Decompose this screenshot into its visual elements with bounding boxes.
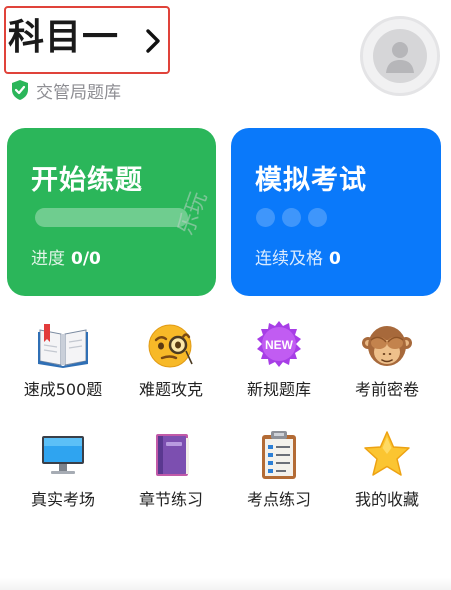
see-no-evil-monkey-icon xyxy=(360,318,414,372)
monitor-icon xyxy=(36,428,90,482)
avatar[interactable] xyxy=(360,16,440,96)
streak-dot xyxy=(282,208,301,227)
book-icon xyxy=(36,318,90,372)
feature-speed-500[interactable]: 速成500题 xyxy=(8,318,118,400)
feature-label: 新规题库 xyxy=(246,380,311,399)
source-label: 交管局题库 xyxy=(36,82,121,103)
progress-value: 0/0 xyxy=(71,249,101,269)
feature-my-favorites[interactable]: 我的收藏 xyxy=(332,428,442,510)
feature-chapter-practice[interactable]: 章节练习 xyxy=(116,428,226,510)
pass-streak-dots xyxy=(256,208,327,227)
star-icon xyxy=(360,428,414,482)
feature-key-point-practice[interactable]: 考点练习 xyxy=(224,428,334,510)
notebook-icon xyxy=(144,428,198,482)
svg-text:NEW: NEW xyxy=(265,338,294,352)
monocle-face-icon xyxy=(144,318,198,372)
question-source: 交管局题库 xyxy=(10,78,121,103)
feature-real-exam-room[interactable]: 真实考场 xyxy=(8,428,118,510)
new-badge-icon: NEW xyxy=(252,318,306,372)
pass-streak-value: 0 xyxy=(329,249,341,269)
feature-label: 真实考场 xyxy=(30,490,95,509)
verified-shield-icon xyxy=(12,80,28,100)
streak-dot xyxy=(256,208,275,227)
practice-progress-stat: 进度 0/0 xyxy=(31,244,101,269)
feature-hard-questions[interactable]: 难题攻克 xyxy=(116,318,226,400)
feature-label: 速成500题 xyxy=(23,380,103,399)
mock-exam-title: 模拟考试 xyxy=(255,165,367,196)
feature-pre-exam-papers[interactable]: 考前密卷 xyxy=(332,318,442,400)
feature-label: 我的收藏 xyxy=(354,490,419,509)
pass-streak-stat: 连续及格 0 xyxy=(255,244,341,269)
pass-streak-label: 连续及格 xyxy=(255,249,323,269)
bottom-divider xyxy=(0,578,451,590)
default-user-icon xyxy=(373,29,427,83)
clipboard-icon xyxy=(252,428,306,482)
start-practice-title: 开始练题 xyxy=(31,165,143,196)
streak-dot xyxy=(308,208,327,227)
progress-label: 进度 xyxy=(31,249,65,269)
mock-exam-card[interactable]: 模拟考试 连续及格 0 xyxy=(231,128,441,296)
subject-title[interactable]: 科目一 xyxy=(8,18,119,58)
practice-progress-bar xyxy=(35,208,188,227)
feature-label: 考前密卷 xyxy=(354,380,419,399)
feature-label: 难题攻克 xyxy=(138,380,203,399)
chevron-right-icon[interactable] xyxy=(142,26,164,56)
feature-new-rules[interactable]: NEW 新规题库 xyxy=(224,318,334,400)
feature-label: 章节练习 xyxy=(138,490,203,509)
feature-label: 考点练习 xyxy=(246,490,311,509)
